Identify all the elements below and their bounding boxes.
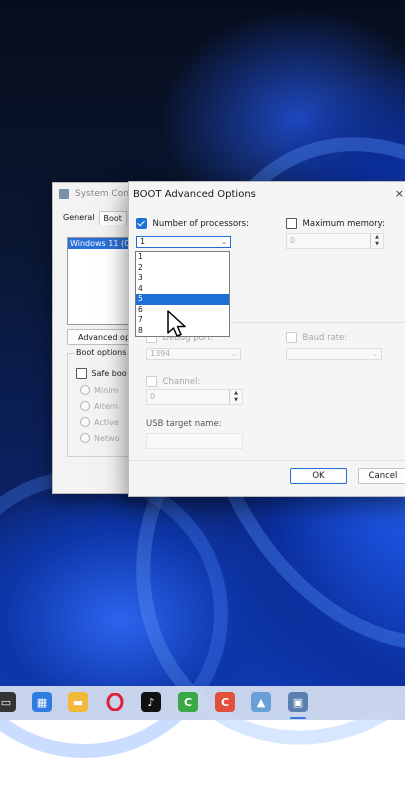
- debug-port-select[interactable]: 1394 ⌄: [146, 348, 241, 360]
- tab-general[interactable]: General: [59, 211, 99, 225]
- usb-target-label: USB target name:: [146, 419, 222, 429]
- radio-label: Netwo: [94, 433, 120, 443]
- safe-boot-checkbox[interactable]: [76, 368, 87, 379]
- baud-rate-option[interactable]: Baud rate:: [286, 332, 347, 343]
- baud-rate-label: Baud rate:: [302, 332, 348, 343]
- processor-option[interactable]: 3: [136, 273, 229, 284]
- opera-icon[interactable]: [105, 692, 125, 712]
- spin-down-icon[interactable]: ▼: [370, 241, 383, 248]
- footer-divider: [129, 460, 405, 461]
- ok-button[interactable]: OK: [290, 468, 347, 484]
- max-memory-input[interactable]: 0 ▲ ▼: [286, 233, 384, 249]
- chevron-down-icon: ⌄: [372, 350, 378, 358]
- cancel-button[interactable]: Cancel: [358, 468, 405, 484]
- spin-up-icon[interactable]: ▲: [370, 234, 383, 241]
- channel-label: Channel:: [162, 376, 201, 387]
- radio-label: Active: [94, 417, 119, 427]
- spin-down-icon[interactable]: ▼: [229, 397, 242, 404]
- radio-active[interactable]: Active: [80, 417, 119, 427]
- processor-option[interactable]: 2: [136, 263, 229, 274]
- radio-button[interactable]: [80, 401, 90, 411]
- camtasia-recorder-icon[interactable]: C: [215, 692, 235, 712]
- file-explorer-icon[interactable]: ▬: [68, 692, 88, 712]
- usb-target-input[interactable]: [146, 433, 243, 449]
- radio-label: Altern: [94, 401, 118, 411]
- channel-option[interactable]: Channel:: [146, 376, 200, 387]
- tiktok-icon[interactable]: ♪: [141, 692, 161, 712]
- processor-option[interactable]: 4: [136, 284, 229, 295]
- num-processors-option[interactable]: Number of processors:: [136, 218, 249, 229]
- max-memory-label: Maximum memory:: [302, 218, 385, 229]
- spin-up-icon[interactable]: ▲: [229, 390, 242, 397]
- radio-button[interactable]: [80, 433, 90, 443]
- chevron-down-icon: ⌄: [221, 238, 227, 246]
- debug-port-value: 1394: [150, 349, 171, 358]
- radio-alternate[interactable]: Altern: [80, 401, 118, 411]
- system-configuration-app-icon: [59, 189, 69, 199]
- boot-advanced-options-dialog: BOOT Advanced Options × Number of proces…: [128, 181, 405, 497]
- safe-boot-option[interactable]: Safe boo: [76, 368, 127, 379]
- active-app-indicator: [290, 717, 306, 719]
- safe-boot-label: Safe boo: [91, 369, 127, 378]
- channel-checkbox[interactable]: [146, 376, 157, 387]
- radio-label: Minim: [94, 385, 119, 395]
- dialog-title: BOOT Advanced Options: [133, 188, 256, 200]
- radio-button[interactable]: [80, 417, 90, 427]
- max-memory-value: 0: [290, 236, 296, 245]
- max-memory-option[interactable]: Maximum memory:: [286, 218, 385, 229]
- taskbar: ▭ ▦ ▬ ♪ C C ▲ ▣: [0, 686, 405, 720]
- chevron-down-icon: ⌄: [231, 350, 237, 358]
- baud-rate-select[interactable]: ⌄: [286, 348, 382, 360]
- camtasia-icon[interactable]: C: [178, 692, 198, 712]
- processor-option-highlighted[interactable]: 5: [136, 294, 229, 305]
- num-processors-checkbox[interactable]: [136, 218, 147, 229]
- store-icon[interactable]: ▦: [32, 692, 52, 712]
- baud-rate-checkbox[interactable]: [286, 332, 297, 343]
- processor-option[interactable]: 1: [136, 252, 229, 263]
- close-icon[interactable]: ×: [395, 187, 404, 200]
- system-configuration-icon[interactable]: ▣: [288, 692, 308, 712]
- radio-minimal[interactable]: Minim: [80, 385, 118, 395]
- dialog-titlebar[interactable]: BOOT Advanced Options: [129, 182, 405, 206]
- mouse-cursor-icon: [167, 310, 186, 337]
- radio-button[interactable]: [80, 385, 90, 395]
- terminal-icon[interactable]: ▭: [0, 692, 16, 712]
- num-processors-select[interactable]: 1 ⌄: [136, 236, 231, 248]
- boot-options-legend: Boot options: [74, 348, 129, 357]
- channel-input[interactable]: 0 ▲ ▼: [146, 389, 243, 405]
- tab-boot[interactable]: Boot: [98, 211, 127, 225]
- radio-network[interactable]: Netwo: [80, 433, 119, 443]
- channel-value: 0: [150, 392, 156, 401]
- photos-icon[interactable]: ▲: [251, 692, 271, 712]
- max-memory-checkbox[interactable]: [286, 218, 297, 229]
- num-processors-value: 1: [140, 237, 146, 246]
- system-configuration-title: System Con: [75, 189, 129, 199]
- num-processors-label: Number of processors:: [152, 218, 249, 229]
